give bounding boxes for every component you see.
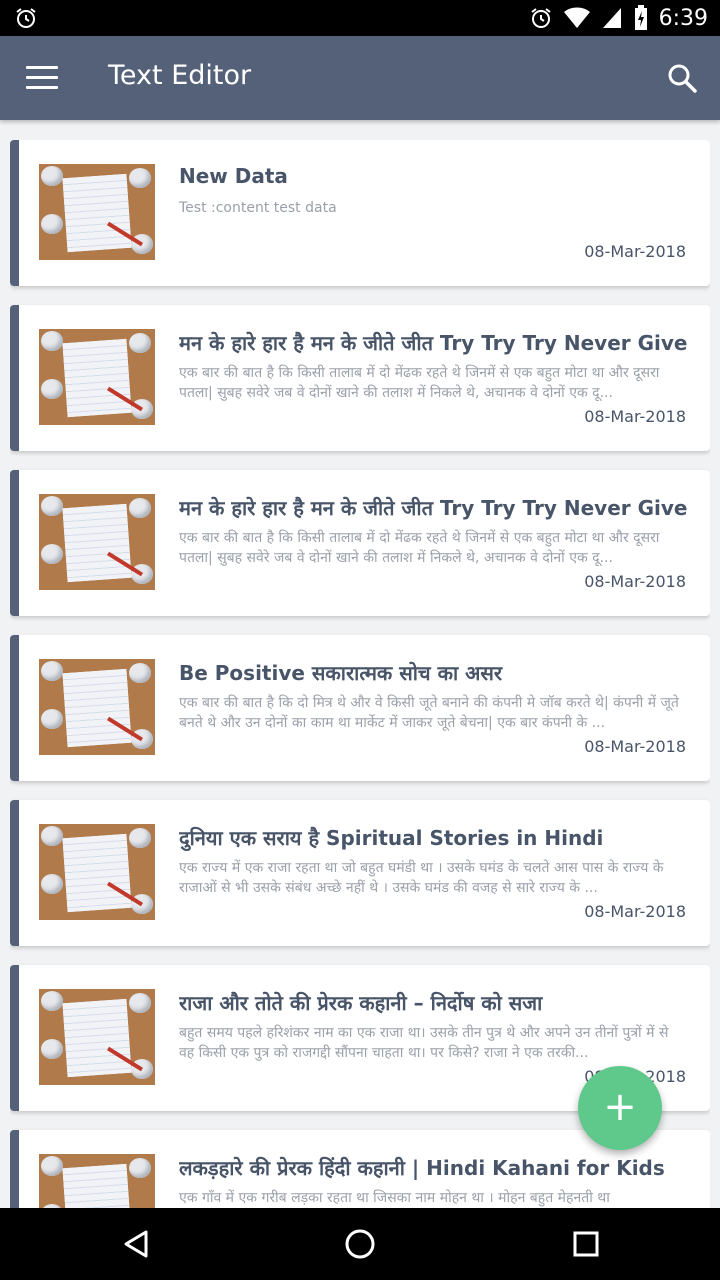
note-content: एक गाँव में एक गरीब लड़का रहता था जिसका … <box>179 1190 610 1206</box>
app-bar: Text Editor <box>0 36 720 120</box>
note-title: Be Positive सकारात्मक सोच का असर <box>179 661 503 685</box>
note-card[interactable]: New Data Test :content test data 08-Mar-… <box>10 140 710 286</box>
alarm-icon <box>530 8 551 28</box>
note-title: दुनिया एक सराय है Spiritual Stories in H… <box>179 826 604 850</box>
note-title: राजा और तोते की प्रेरक कहानी – निर्दोष क… <box>179 991 543 1015</box>
note-thumbnail <box>39 1154 155 1208</box>
notes-list[interactable]: New Data Test :content test data 08-Mar-… <box>10 140 710 1208</box>
signal-icon <box>602 8 621 28</box>
home-circle-icon[interactable] <box>344 1228 376 1260</box>
note-content: एक बार की बात है कि किसी तालाब में दो मे… <box>179 530 660 566</box>
app-title: Text Editor <box>108 60 252 91</box>
status-bar: 6:39 <box>0 0 720 36</box>
back-triangle-icon[interactable] <box>120 1228 152 1260</box>
note-thumbnail <box>39 824 155 920</box>
note-content: एक बार की बात है कि किसी तालाब में दो मे… <box>179 365 660 401</box>
note-date: 08-Mar-2018 <box>584 737 686 756</box>
note-content: Test :content test data <box>179 200 337 216</box>
note-date: 08-Mar-2018 <box>584 407 686 426</box>
note-card[interactable]: मन के हारे हार है मन के जीते जीत Try Try… <box>10 470 710 616</box>
note-title: मन के हारे हार है मन के जीते जीत Try Try… <box>179 331 689 355</box>
recents-square-icon[interactable] <box>570 1228 602 1260</box>
hamburger-menu-icon[interactable] <box>26 66 58 90</box>
note-content: बहुत समय पहले हरिशंकर नाम का एक राजा था।… <box>179 1025 669 1061</box>
note-title: New Data <box>179 164 288 188</box>
battery-icon <box>634 5 647 30</box>
note-date: 08-Mar-2018 <box>584 902 686 921</box>
system-nav-bar <box>0 1208 720 1280</box>
note-thumbnail <box>39 329 155 425</box>
note-content: एक राज्य में एक राजा रहता था जो बहुत घमं… <box>179 860 664 896</box>
status-time: 6:39 <box>658 5 708 31</box>
note-thumbnail <box>39 659 155 755</box>
add-note-button[interactable]: + <box>578 1066 662 1150</box>
search-icon[interactable] <box>666 62 698 94</box>
note-content: एक बार की बात है कि दो मित्र थे और वे कि… <box>179 695 679 731</box>
note-card[interactable]: मन के हारे हार है मन के जीते जीत Try Try… <box>10 305 710 451</box>
note-thumbnail <box>39 164 155 260</box>
wifi-icon <box>563 7 590 28</box>
note-card[interactable]: दुनिया एक सराय है Spiritual Stories in H… <box>10 800 710 946</box>
note-thumbnail <box>39 989 155 1085</box>
note-card[interactable]: Be Positive सकारात्मक सोच का असर एक बार … <box>10 635 710 781</box>
note-title: मन के हारे हार है मन के जीते जीत Try Try… <box>179 496 689 520</box>
note-title: लकड़हारे की प्रेरक हिंदी कहानी | Hindi K… <box>179 1156 665 1180</box>
note-thumbnail <box>39 494 155 590</box>
note-date: 08-Mar-2018 <box>584 572 686 591</box>
alarm-icon <box>16 8 36 28</box>
note-date: 08-Mar-2018 <box>584 242 686 261</box>
